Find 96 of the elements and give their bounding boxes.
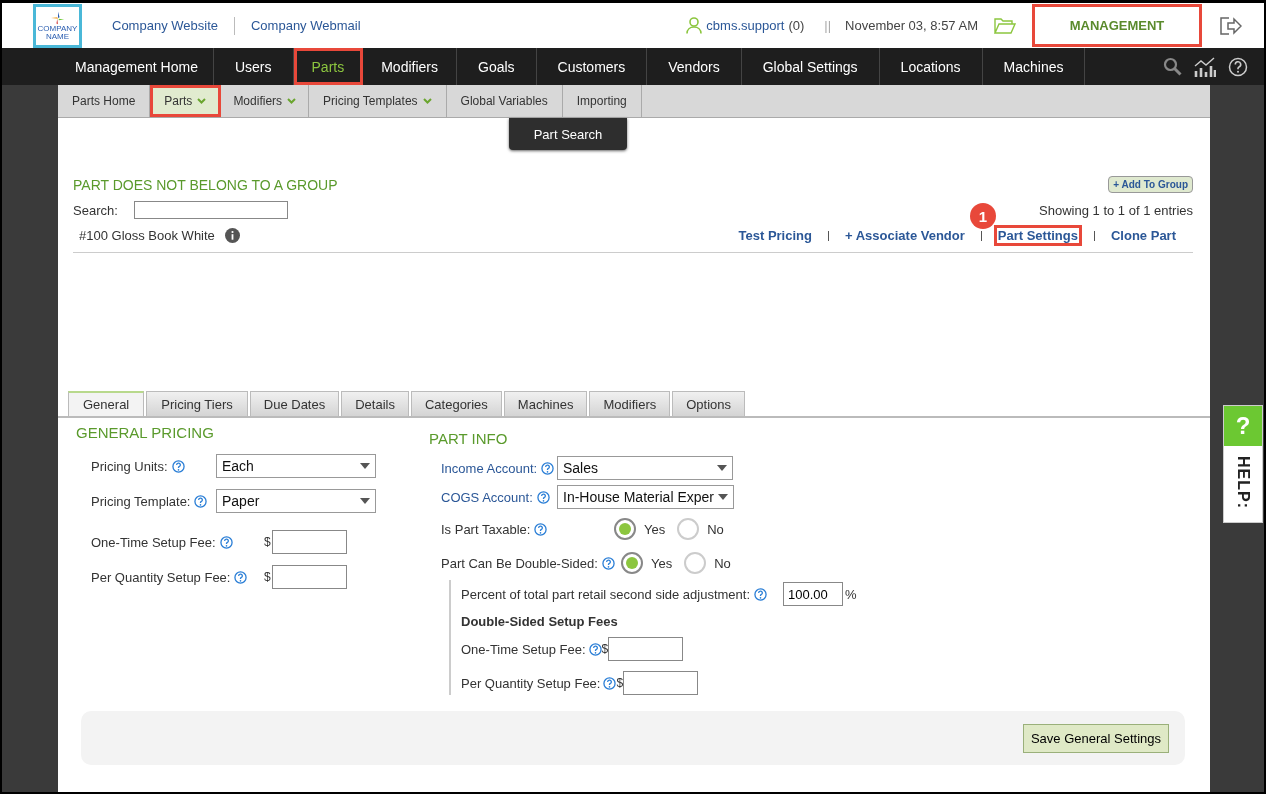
field-label: Per Quantity Setup Fee: <box>461 675 601 691</box>
field-label: Is Part Taxable: <box>441 521 531 537</box>
search-icon[interactable] <box>1163 57 1182 76</box>
select-field[interactable]: Paper <box>216 489 376 513</box>
chevron-icon <box>197 98 207 104</box>
amount-field[interactable] <box>608 637 684 661</box>
radio-button[interactable] <box>677 518 700 540</box>
field-label: Percent of total part retail second side adjustment: <box>461 586 751 602</box>
subnav-item[interactable]: Modifiers <box>221 85 310 117</box>
separator-text: || <box>824 18 832 33</box>
caret-icon <box>360 463 370 469</box>
field-label: Part Can Be Double-Sided: <box>441 555 598 571</box>
field-label: Per Quantity Setup Fee: <box>91 569 231 585</box>
field-label: Pricing Template: <box>91 493 191 509</box>
radio-label: No <box>707 521 724 537</box>
radio-label: Yes <box>644 521 666 537</box>
action-link[interactable]: + Associate Vendor <box>840 225 969 246</box>
radio-label: No <box>714 555 731 571</box>
tab[interactable]: Categories <box>410 391 502 416</box>
entries-info: Showing 1 to 1 of 1 entries <box>1039 202 1193 218</box>
currency-sign: $ <box>601 642 609 656</box>
currency-sign: $ <box>616 676 624 690</box>
field-label: COGS Account: <box>441 489 533 505</box>
management-button[interactable]: MANAGEMENT <box>1032 4 1202 47</box>
tab[interactable]: Machines <box>503 391 588 416</box>
bar-chart-icon[interactable] <box>1194 56 1216 77</box>
help-tab[interactable]: ? HELP: <box>1223 405 1263 523</box>
help-icon[interactable] <box>601 556 615 570</box>
nav-item[interactable]: Parts <box>293 48 364 85</box>
field-label: Pricing Units: <box>91 458 168 474</box>
user-icon <box>686 17 703 34</box>
amount-field[interactable] <box>271 565 347 589</box>
chevron-icon <box>287 98 297 104</box>
search-field[interactable] <box>133 201 288 219</box>
help-icon[interactable] <box>541 461 555 475</box>
user-link[interactable]: cbms.support <box>706 18 785 33</box>
part-name: #100 Gloss Book White <box>79 228 215 243</box>
help-icon[interactable] <box>194 494 208 508</box>
add-to-group-button[interactable]: + Add To Group <box>1108 176 1193 193</box>
help-icon[interactable] <box>588 642 602 656</box>
subnav-item[interactable]: Importing <box>562 85 642 117</box>
field-label: One-Time Setup Fee: <box>91 534 216 550</box>
field-label: Income Account: <box>441 460 538 476</box>
select-field[interactable]: In-House Material Exper <box>557 485 734 509</box>
company-logo[interactable]: COMPANY NAME <box>33 3 82 48</box>
subsection-title: Double-Sided Setup Fees <box>461 614 618 629</box>
tab[interactable]: Modifiers <box>589 391 671 416</box>
help-icon[interactable] <box>234 570 248 584</box>
help-icon[interactable] <box>754 587 768 601</box>
search-label: Search: <box>73 202 118 218</box>
header-link[interactable]: Company Webmail <box>235 18 377 33</box>
tab[interactable]: Due Dates <box>249 391 340 416</box>
tab[interactable]: Options <box>672 391 746 416</box>
caret-icon <box>717 465 727 471</box>
tab[interactable]: Details <box>341 391 409 416</box>
action-link[interactable]: Test Pricing <box>734 225 816 246</box>
percent-field[interactable]: 100.00 <box>783 582 844 606</box>
radio-button[interactable] <box>614 518 636 540</box>
save-button[interactable]: Save General Settings <box>1022 723 1169 753</box>
help-circle-icon[interactable] <box>1228 56 1248 77</box>
action-link[interactable]: Part Settings <box>993 225 1082 246</box>
caret-icon <box>360 498 370 504</box>
info-icon[interactable] <box>224 228 240 243</box>
currency-sign: $ <box>264 535 271 549</box>
header-link[interactable]: Company Website <box>96 18 234 33</box>
chevron-icon <box>422 98 432 104</box>
tab[interactable]: General <box>68 391 145 416</box>
step-badge: 1 <box>969 203 996 229</box>
notification-count: (0) <box>788 18 805 33</box>
tab[interactable]: Pricing Tiers <box>146 391 248 416</box>
help-icon[interactable] <box>219 535 233 549</box>
subnav-item[interactable]: Parts <box>150 85 222 117</box>
date-time: November 03, 8:57 AM <box>845 18 978 33</box>
action-link[interactable]: Clone Part <box>1107 225 1180 246</box>
select-field[interactable]: Sales <box>557 456 733 480</box>
radio-button[interactable] <box>684 552 707 574</box>
caret-icon <box>717 494 728 500</box>
logout-icon[interactable] <box>1220 16 1242 35</box>
section-title: GENERAL PRICING <box>76 424 215 441</box>
section-title: PART INFO <box>429 430 509 447</box>
radio-label: Yes <box>651 555 673 571</box>
select-field[interactable]: Each <box>216 454 376 478</box>
radio-button[interactable] <box>621 552 643 574</box>
help-icon[interactable] <box>603 676 617 690</box>
subnav-item[interactable]: Pricing Templates <box>309 85 447 117</box>
help-icon[interactable] <box>534 522 548 536</box>
subnav-item[interactable]: Global Variables <box>446 85 563 117</box>
amount-field[interactable] <box>271 530 347 554</box>
amount-field[interactable] <box>623 671 699 695</box>
help-icon[interactable] <box>171 459 185 473</box>
unit-label: % <box>845 586 857 602</box>
help-icon[interactable] <box>536 490 550 504</box>
section-title: PART DOES NOT BELONG TO A GROUP <box>73 176 338 193</box>
menu-item[interactable]: Part Search <box>509 118 627 150</box>
currency-sign: $ <box>264 570 271 584</box>
field-label: One-Time Setup Fee: <box>461 641 586 657</box>
